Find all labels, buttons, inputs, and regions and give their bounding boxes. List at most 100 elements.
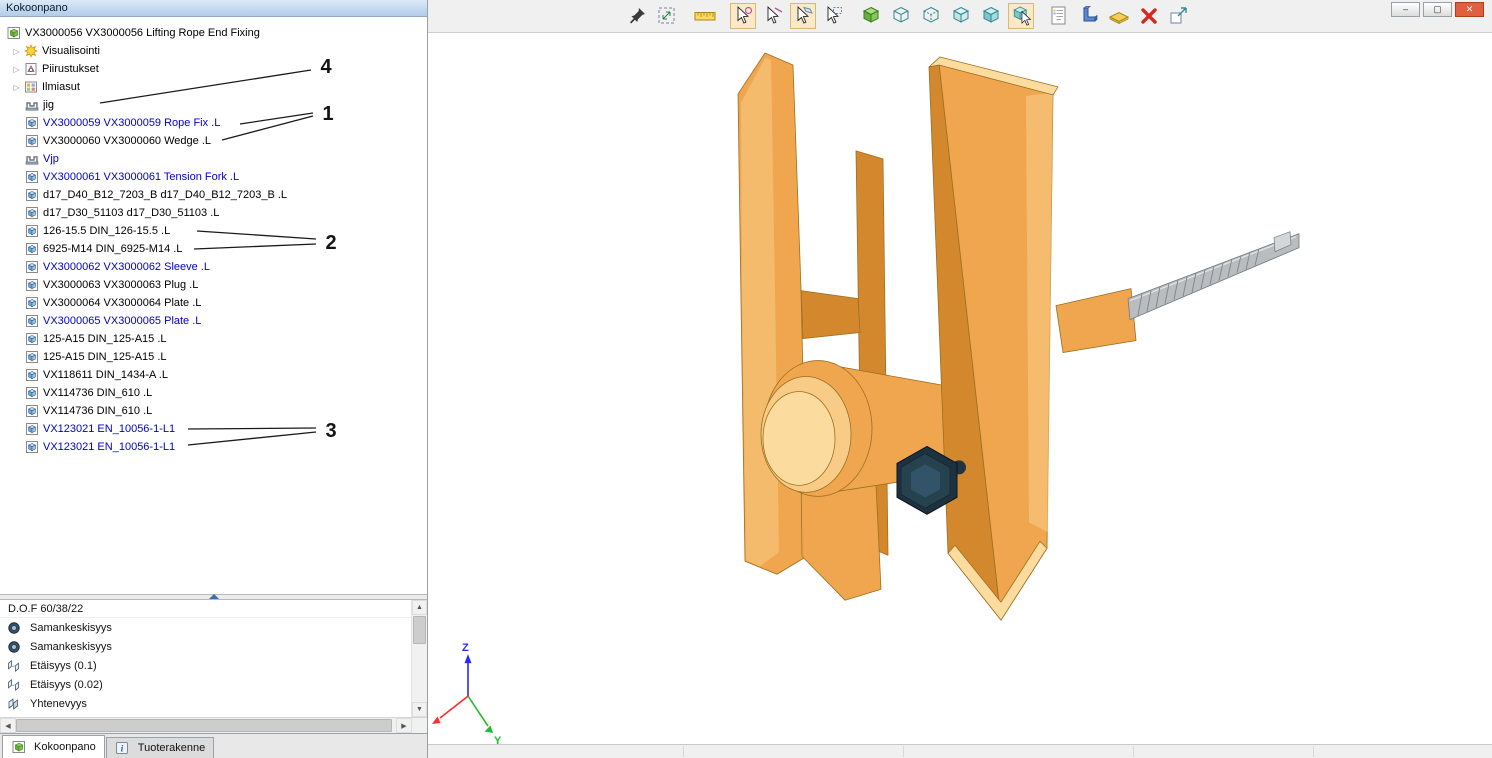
tree-item[interactable]: Vjp xyxy=(0,150,427,168)
threaded-rod-part[interactable] xyxy=(1056,232,1299,353)
tree-item[interactable]: VX3000063 VX3000063 Plug .L xyxy=(0,276,427,294)
ghost-cube-icon xyxy=(949,4,973,28)
tree-item[interactable]: VX3000059 VX3000059 Rope Fix .L xyxy=(0,114,427,132)
tree-item[interactable]: jig xyxy=(0,96,427,114)
tree-item[interactable]: VX3000060 VX3000060 Wedge .L xyxy=(0,132,427,150)
ghost-cube-button[interactable] xyxy=(948,3,974,29)
viewport-pane: –▢ ✕ xyxy=(428,0,1492,758)
select-box-icon xyxy=(821,4,845,28)
ruler-icon xyxy=(693,4,717,28)
horizontal-scrollbar[interactable]: ◀ ▶ xyxy=(0,717,427,733)
tree-item[interactable]: 6925-M14 DIN_6925-M14 .L xyxy=(0,240,427,258)
pin-button[interactable] xyxy=(624,3,650,29)
y-axis-label: Y xyxy=(494,735,502,744)
plate-button[interactable] xyxy=(1106,3,1132,29)
select-edge-button[interactable] xyxy=(760,3,786,29)
close-glyph: ✕ xyxy=(1466,5,1474,14)
wireframe-cube-button[interactable] xyxy=(888,3,914,29)
tree-item[interactable]: VX114736 DIN_610 .L xyxy=(0,402,427,420)
statusbar-separator xyxy=(683,746,684,757)
scrollbar-thumb[interactable] xyxy=(16,719,392,732)
delete-icon xyxy=(1137,4,1161,28)
z-axis-arrow xyxy=(465,654,472,663)
shaded-cube-button[interactable] xyxy=(978,3,1004,29)
tree-item[interactable]: VX118611 DIN_1434-A .L xyxy=(0,366,427,384)
ruler-button[interactable] xyxy=(692,3,718,29)
constraint-item[interactable]: Etäisyys (0.1) xyxy=(0,656,409,675)
part-icon xyxy=(24,422,39,436)
tree-root-item[interactable]: VX3000056 VX3000056 Lifting Rope End Fix… xyxy=(0,24,427,42)
assembly-tree[interactable]: VX3000056 VX3000056 Lifting Rope End Fix… xyxy=(0,17,427,594)
expander-icon[interactable]: ▷ xyxy=(10,47,23,56)
tree-item[interactable]: d17_D30_51103 d17_D30_51103 .L xyxy=(0,204,427,222)
constraint-item[interactable]: Yhtenevyys xyxy=(0,694,409,713)
tab-kokoonpano[interactable]: Kokoonpano xyxy=(2,735,105,758)
tree-item-label: d17_D40_B12_7203_B d17_D40_B12_7203_B .L xyxy=(43,189,287,201)
tree-item-label: d17_D30_51103 d17_D30_51103 .L xyxy=(43,207,219,219)
tree-item-label: Visualisointi xyxy=(42,45,100,57)
expander-icon[interactable]: ▷ xyxy=(10,65,23,74)
fixture-icon xyxy=(24,152,39,166)
tree-item[interactable]: ▷ Visualisointi xyxy=(0,42,427,60)
tree-item[interactable]: 126-15.5 DIN_126-15.5 .L xyxy=(0,222,427,240)
tree-item[interactable]: VX3000062 VX3000062 Sleeve .L xyxy=(0,258,427,276)
splitter-handle[interactable] xyxy=(209,594,219,599)
x-axis-arrow xyxy=(432,717,441,724)
hidden-line-cube-icon xyxy=(919,4,943,28)
fit-view-button[interactable] xyxy=(654,3,680,29)
3d-viewport[interactable]: Z Y xyxy=(428,32,1492,744)
tree-item[interactable]: VX114736 DIN_610 .L xyxy=(0,384,427,402)
constraints-scrollbar[interactable]: ▲ ▼ xyxy=(411,600,427,717)
tree-item[interactable]: ▷Piirustukset xyxy=(0,60,427,78)
tree-item[interactable]: 125-A15 DIN_125-A15 .L xyxy=(0,330,427,348)
scrollbar-thumb[interactable] xyxy=(413,616,426,644)
select-point-button[interactable] xyxy=(730,3,756,29)
statusbar-separator xyxy=(903,746,904,757)
minimize-button[interactable]: – xyxy=(1391,2,1420,17)
scroll-left-arrow[interactable]: ◀ xyxy=(0,718,16,733)
maximize-button[interactable]: ▢ xyxy=(1423,2,1452,17)
tree-item[interactable]: VX3000061 VX3000061 Tension Fork .L xyxy=(0,168,427,186)
constraint-item[interactable]: Samankeskisyys xyxy=(0,637,409,656)
close-button[interactable]: ✕ xyxy=(1455,2,1484,17)
tree-item[interactable]: VX123021 EN_10056-1-L1 xyxy=(0,420,427,438)
feature-list-button[interactable] xyxy=(1046,3,1072,29)
angle-profile-part[interactable] xyxy=(929,57,1058,620)
statusbar-separator xyxy=(1313,746,1314,757)
axis-triad: Z Y xyxy=(432,642,502,744)
expander-icon[interactable]: ▷ xyxy=(10,83,23,92)
window-controls: –▢ ✕ xyxy=(1391,2,1484,17)
tab-tuoterakenne[interactable]: iTuoterakenne xyxy=(106,737,214,758)
coincident-icon xyxy=(6,697,21,711)
new-part-button[interactable] xyxy=(858,3,884,29)
profile-button[interactable] xyxy=(1076,3,1102,29)
tree-item[interactable]: VX3000064 VX3000064 Plate .L xyxy=(0,294,427,312)
tree-item[interactable]: VX123021 EN_10056-1-L1 xyxy=(0,438,427,456)
tree-item[interactable]: d17_D40_B12_7203_B d17_D40_B12_7203_B .L xyxy=(0,186,427,204)
tree-item[interactable]: 125-A15 DIN_125-A15 .L xyxy=(0,348,427,366)
z-axis-label: Z xyxy=(462,642,469,654)
3d-model-canvas[interactable]: Z Y xyxy=(428,33,1492,744)
part-icon xyxy=(24,188,39,202)
tree-item[interactable]: VX3000065 VX3000065 Plate .L xyxy=(0,312,427,330)
tree-item[interactable]: ▷Ilmiasut xyxy=(0,78,427,96)
drawings-icon xyxy=(23,62,38,76)
select-face-button[interactable] xyxy=(790,3,816,29)
delete-button[interactable] xyxy=(1136,3,1162,29)
constraint-item[interactable]: Samankeskisyys xyxy=(0,618,409,637)
constraint-label: Samankeskisyys xyxy=(30,622,112,634)
constraint-item[interactable]: Etäisyys (0.02) xyxy=(0,675,409,694)
panel-title-bar: Kokoonpano xyxy=(0,0,427,17)
feature-list-icon xyxy=(1047,4,1071,28)
part-icon xyxy=(24,296,39,310)
scroll-down-arrow[interactable]: ▼ xyxy=(412,702,427,717)
export-button[interactable] xyxy=(1166,3,1192,29)
select-part-button[interactable] xyxy=(1008,3,1034,29)
constraints-panel: D.O.F 60/38/22 SamankeskisyysSamankeskis… xyxy=(0,600,427,717)
scroll-right-arrow[interactable]: ▶ xyxy=(396,718,412,733)
scroll-up-arrow[interactable]: ▲ xyxy=(412,600,427,615)
hidden-line-cube-button[interactable] xyxy=(918,3,944,29)
part-icon xyxy=(24,332,39,346)
select-box-button[interactable] xyxy=(820,3,846,29)
wedge-part[interactable] xyxy=(801,291,860,339)
